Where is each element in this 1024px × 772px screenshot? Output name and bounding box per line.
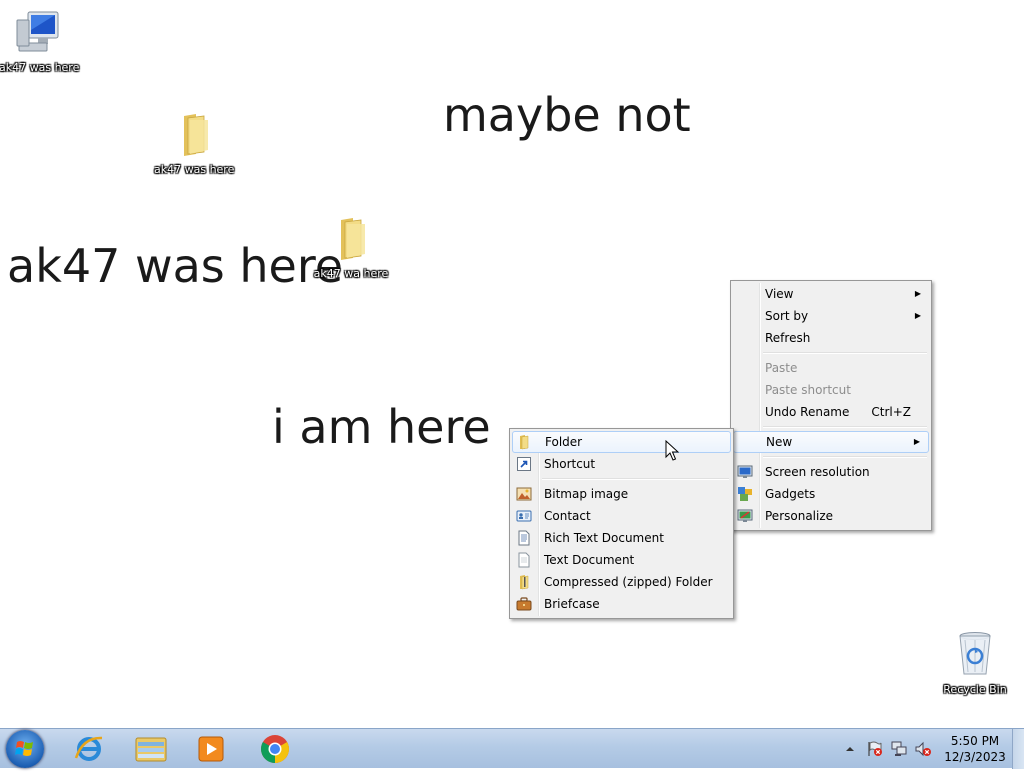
menu-item-label: Sort by: [765, 309, 809, 323]
windows-explorer-icon: [135, 737, 167, 762]
clock-time: 5:50 PM: [950, 734, 1000, 748]
taskbar-internet-explorer[interactable]: [62, 731, 116, 767]
action-center-flag-icon: [868, 741, 882, 756]
menu-item-label: Contact: [544, 509, 591, 523]
menu-item-label: Paste shortcut: [765, 383, 851, 397]
menu-item-label: Refresh: [765, 331, 811, 345]
menu-item-paste-shortcut[interactable]: Paste shortcut: [733, 379, 929, 401]
menu-item-paste[interactable]: Paste: [733, 357, 929, 379]
contact-icon: [516, 510, 532, 522]
screen-resolution-icon: [737, 465, 753, 478]
text-document-icon: [518, 552, 530, 568]
personalize-icon: [737, 509, 753, 522]
menu-separator: [763, 456, 927, 458]
windows-logo-icon: [15, 741, 33, 756]
show-desktop-button[interactable]: [1012, 729, 1024, 769]
show-hidden-icons-icon[interactable]: [844, 743, 856, 755]
menu-item-text-document[interactable]: Text Document: [512, 549, 731, 571]
menu-item-compressed-folder[interactable]: Compressed (zipped) Folder: [512, 571, 731, 593]
tray-volume[interactable]: [914, 729, 932, 769]
menu-item-undo-rename[interactable]: Undo Rename Ctrl+Z: [733, 401, 929, 423]
menu-item-sort-by[interactable]: Sort by ▶: [733, 305, 929, 327]
taskbar-windows-explorer[interactable]: [124, 731, 178, 767]
volume-muted-icon: [915, 741, 931, 757]
mouse-cursor-icon: [665, 440, 679, 461]
wallpaper-text-maybe-not: maybe not: [443, 88, 691, 142]
menu-item-label: New: [766, 435, 793, 449]
clock[interactable]: 5:50 PM 12/3/2023: [944, 733, 1006, 765]
menu-item-label: Briefcase: [544, 597, 600, 611]
desktop[interactable]: maybe not ak47 was here i am here ak47 w…: [0, 0, 1024, 728]
menu-item-refresh[interactable]: Refresh: [733, 327, 929, 349]
new-submenu: Folder Shortcut Bitmap image Contact Ric…: [509, 428, 734, 619]
desktop-icon-label: ak47 was here: [154, 163, 235, 176]
menu-item-folder[interactable]: Folder: [512, 431, 731, 453]
tray-network[interactable]: [890, 729, 908, 769]
zip-folder-icon: [520, 575, 529, 590]
desktop-icon-folder[interactable]: ak47 was here: [154, 110, 234, 177]
shortcut-icon: [517, 457, 531, 471]
desktop-icon-recycle-bin[interactable]: Recycle Bin: [935, 630, 1015, 697]
chevron-right-icon: ▶: [914, 289, 921, 298]
gadgets-icon: [738, 487, 752, 501]
desktop-icon-computer[interactable]: ak47 was here: [0, 8, 79, 75]
tray-action-center[interactable]: [866, 729, 884, 769]
folder-icon: [520, 435, 529, 450]
chevron-right-icon: ▶: [913, 437, 920, 446]
taskbar: 5:50 PM 12/3/2023: [0, 728, 1024, 769]
menu-separator: [763, 352, 927, 354]
recycle-bin-icon: [959, 632, 991, 675]
menu-item-label: Rich Text Document: [544, 531, 664, 545]
menu-item-label: View: [765, 287, 794, 301]
menu-item-rich-text-document[interactable]: Rich Text Document: [512, 527, 731, 549]
menu-item-label: Shortcut: [544, 457, 596, 471]
clock-date: 12/3/2023: [944, 750, 1006, 764]
rich-text-document-icon: [518, 530, 530, 546]
menu-item-label: Personalize: [765, 509, 834, 523]
menu-separator: [542, 478, 729, 480]
menu-item-label: Paste: [765, 361, 798, 375]
network-icon: [891, 741, 907, 756]
menu-item-bitmap-image[interactable]: Bitmap image: [512, 483, 731, 505]
menu-item-view[interactable]: View ▶: [733, 283, 929, 305]
briefcase-icon: [516, 597, 532, 611]
menu-item-screen-resolution[interactable]: Screen resolution: [733, 461, 929, 483]
taskbar-chrome[interactable]: [248, 731, 302, 767]
menu-item-new[interactable]: New ▶: [733, 431, 929, 453]
wallpaper-text-ak47: ak47 was here: [7, 239, 344, 293]
windows-media-player-icon: [198, 736, 224, 762]
menu-item-label: Gadgets: [765, 487, 816, 501]
menu-item-label: Screen resolution: [765, 465, 870, 479]
taskbar-windows-media-player[interactable]: [184, 731, 238, 767]
desktop-icon-label: ak47 wa here: [313, 267, 389, 280]
menu-item-label: Undo Rename: [765, 405, 850, 419]
menu-item-gadgets[interactable]: Gadgets: [733, 483, 929, 505]
desktop-icon-label: Recycle Bin: [943, 683, 1007, 696]
shortcut-label: Ctrl+Z: [871, 405, 911, 419]
menu-item-contact[interactable]: Contact: [512, 505, 731, 527]
folder-icon: [184, 114, 208, 156]
folder-icon: [341, 218, 365, 260]
menu-item-label: Folder: [545, 435, 583, 449]
system-tray: [844, 729, 856, 769]
start-button[interactable]: [6, 730, 44, 768]
desktop-context-menu: View ▶ Sort by ▶ Refresh Paste Paste sho…: [730, 280, 932, 531]
menu-item-personalize[interactable]: Personalize: [733, 505, 929, 527]
menu-item-label: Text Document: [544, 553, 635, 567]
internet-explorer-icon: [74, 736, 103, 761]
desktop-icon-folder[interactable]: ak47 wa here: [311, 214, 391, 281]
desktop-icon-label: ak47 was here: [0, 61, 80, 74]
chrome-icon: [261, 735, 289, 763]
wallpaper-text-i-am-here: i am here: [272, 400, 491, 454]
computer-icon: [16, 11, 59, 52]
menu-item-shortcut[interactable]: Shortcut: [512, 453, 731, 475]
menu-item-label: Compressed (zipped) Folder: [544, 575, 713, 589]
menu-separator: [763, 426, 927, 428]
menu-item-briefcase[interactable]: Briefcase: [512, 593, 731, 615]
menu-item-label: Bitmap image: [544, 487, 629, 501]
bitmap-image-icon: [516, 487, 532, 501]
chevron-right-icon: ▶: [914, 311, 921, 320]
